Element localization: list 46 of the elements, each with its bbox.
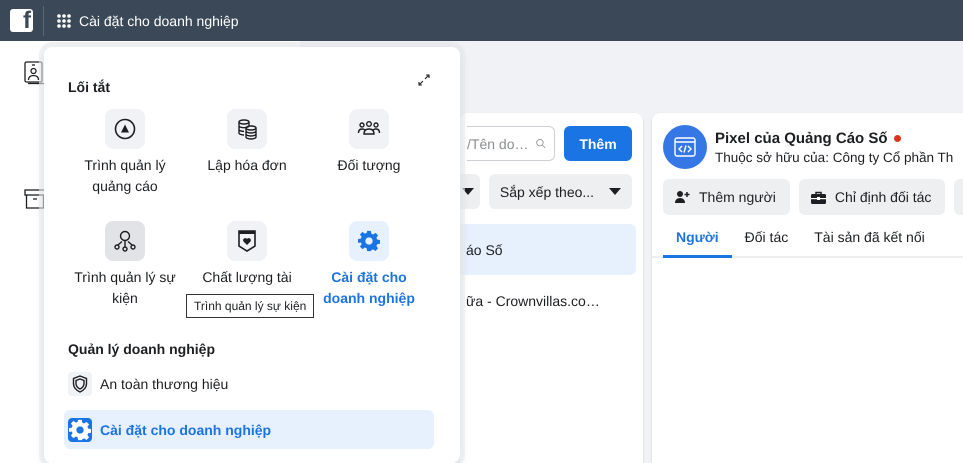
shortcut-label[interactable]: Trình quản lý quảng cáo [66, 155, 184, 197]
sort-dropdown[interactable]: Sắp xếp theo... [488, 174, 632, 209]
archive-box-icon[interactable] [24, 189, 46, 209]
page-title: Cài đặt cho doanh nghiệp [79, 12, 239, 28]
menu-item[interactable]: An toàn thương hiệu [64, 364, 434, 403]
expand-icon[interactable] [418, 74, 430, 86]
pixel-title: Pixel của Quảng Cáo Số [715, 130, 888, 146]
coins-icon [236, 118, 258, 140]
shortcut-tile[interactable] [227, 109, 267, 149]
caret-icon [462, 188, 474, 195]
code-window-icon [674, 137, 696, 157]
shortcut-tile[interactable] [105, 221, 145, 261]
settings-icon [358, 230, 380, 252]
shortcut-label[interactable]: Đối tượng [310, 155, 428, 176]
shortcut-tile[interactable] [349, 109, 389, 149]
shortcut-tooltip: Trình quản lý sự kiện [186, 294, 314, 318]
asset-list-item[interactable]: áo Số [460, 224, 636, 275]
menu-item[interactable]: Cài đặt cho doanh nghiệp [64, 410, 434, 449]
shortcut-label[interactable]: Trình quản lý sự kiện [66, 267, 184, 309]
shortcut-tile[interactable] [349, 221, 389, 261]
tab[interactable]: Người [663, 229, 732, 258]
action-button[interactable]: Thêm người [663, 179, 790, 215]
settings-icon [69, 418, 91, 440]
asset-list-item[interactable]: ữa - Crownvillas.co… [460, 275, 636, 326]
owner-text: Thuộc sở hữu của: Công ty Cổ phần Th [715, 150, 954, 164]
shortcut-label[interactable]: Chất lượng tài [188, 267, 306, 288]
section-heading: Quản lý doanh nghiệp [67, 341, 216, 357]
heart-shield-icon [237, 229, 257, 253]
shortcut-tile[interactable] [105, 109, 145, 149]
filter-dropdown[interactable] [460, 174, 480, 209]
person-add-icon [675, 190, 690, 204]
apps-grid-icon[interactable] [57, 14, 71, 28]
nodes-icon [113, 229, 137, 253]
tab[interactable]: Đối tác [732, 229, 802, 258]
shortcut-tile[interactable] [227, 221, 267, 261]
shield-icon [72, 374, 88, 392]
arrow-circle-icon [114, 118, 136, 140]
badge-icon[interactable] [24, 61, 46, 85]
section-heading: Lối tắt [67, 79, 110, 95]
add-button[interactable]: Thêm [564, 126, 632, 161]
facebook-logo[interactable]: f [10, 9, 33, 32]
action-button[interactable]: Chỉ định đối tác [798, 179, 946, 215]
shortcut-label[interactable]: Lập hóa đơn [188, 155, 306, 176]
caret-icon [609, 188, 621, 195]
tab[interactable]: Tài sản đã kết nối [801, 229, 938, 258]
briefcase-icon [810, 190, 826, 204]
